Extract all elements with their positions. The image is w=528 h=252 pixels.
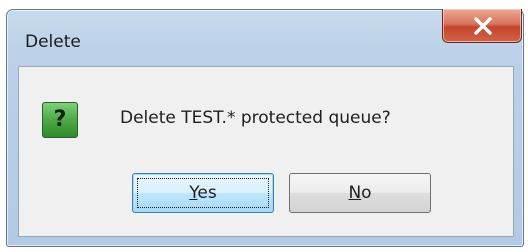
dialog-message: Delete TEST.* protected queue? xyxy=(120,108,391,128)
close-button[interactable] xyxy=(442,9,522,43)
no-label-rest: o xyxy=(361,183,372,203)
no-accelerator: N xyxy=(348,183,362,203)
no-button[interactable]: No xyxy=(289,173,431,213)
window-title: Delete xyxy=(25,32,81,52)
dialog-window: Delete ? Delete TEST.* protected queue? … xyxy=(6,9,524,247)
dialog-body: ? Delete TEST.* protected queue? Yes No xyxy=(18,66,514,237)
yes-button[interactable]: Yes xyxy=(132,173,274,213)
question-icon: ? xyxy=(42,102,78,138)
focus-rectangle xyxy=(137,178,269,208)
close-x-icon xyxy=(474,17,492,35)
